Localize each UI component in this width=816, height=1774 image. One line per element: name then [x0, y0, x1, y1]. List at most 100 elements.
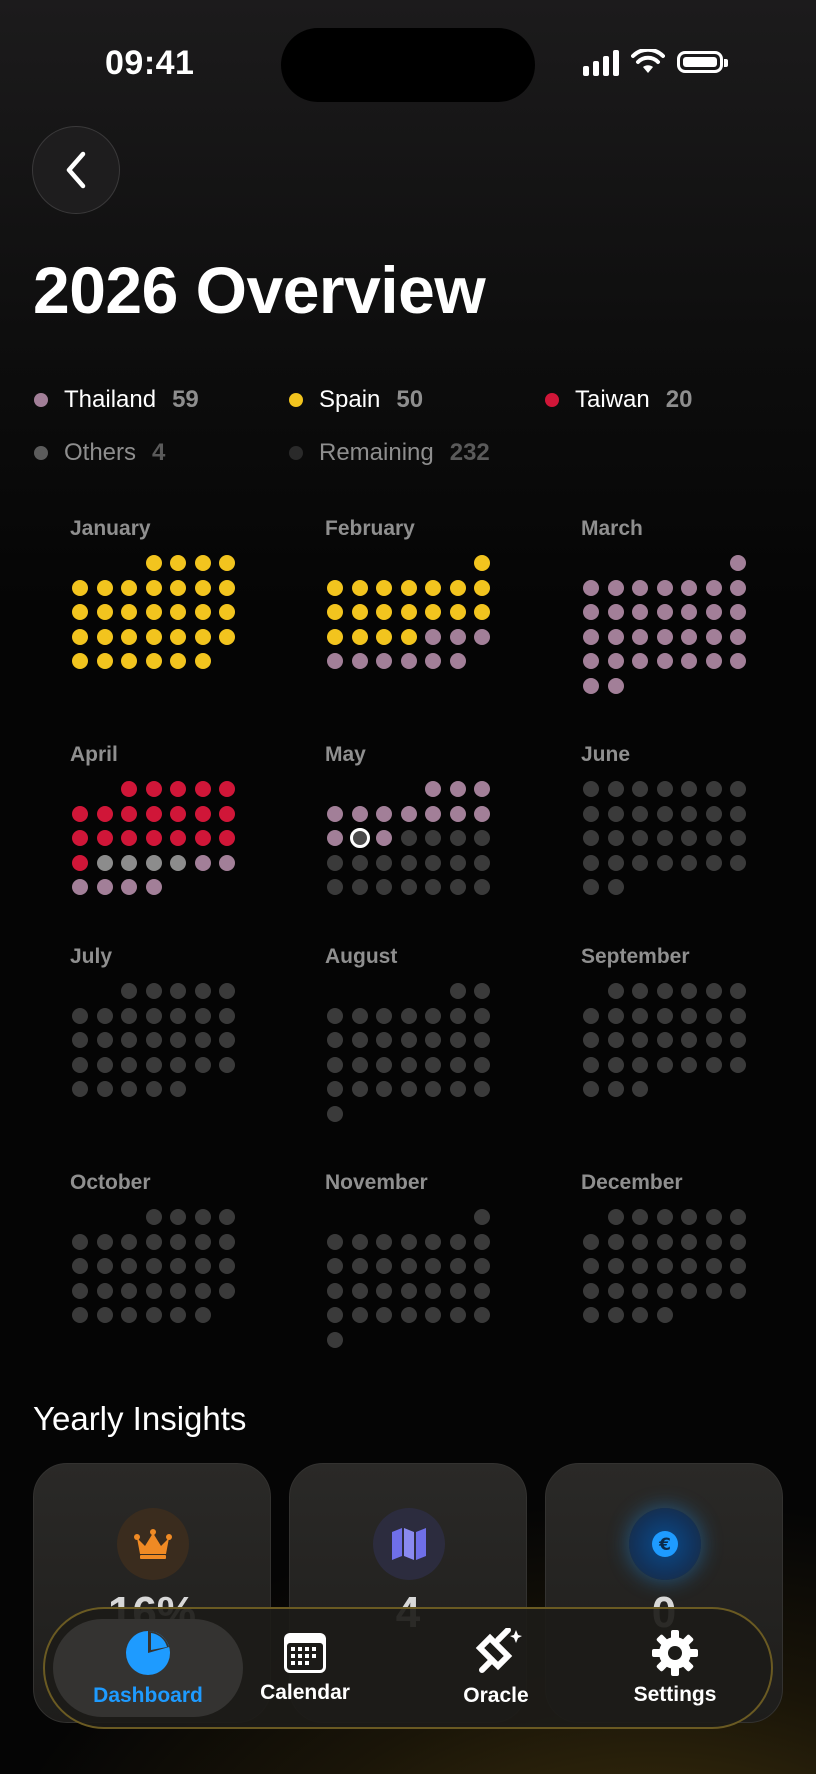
day-dot: [656, 983, 673, 999]
day-dot: [583, 1307, 599, 1323]
day-dot: [145, 653, 162, 669]
day-dot: [681, 1032, 697, 1048]
month-name: September: [581, 945, 690, 968]
tab-dashboard[interactable]: Dashboard: [53, 1619, 243, 1717]
day-dot: [632, 854, 648, 871]
day-dot: [96, 579, 113, 596]
day-dot: [219, 1007, 235, 1024]
day-dot: [632, 653, 648, 669]
month-name: November: [325, 1171, 428, 1194]
day-dot: [730, 579, 746, 596]
day-dot: [730, 628, 746, 645]
day-dot: [730, 983, 746, 999]
month-name: June: [581, 743, 631, 766]
day-dot: [425, 1081, 441, 1097]
day-dot: [121, 604, 137, 620]
month-august: August: [325, 945, 517, 1123]
day-dot: [632, 628, 648, 645]
day-dot: [705, 1056, 722, 1073]
day-dot: [425, 628, 441, 645]
day-dot: [72, 1081, 88, 1097]
day-dot: [632, 1056, 648, 1073]
month-january: January: [70, 517, 262, 695]
day-dot: [351, 1032, 368, 1048]
day-dot: [656, 1233, 673, 1250]
day-dot: [705, 830, 722, 846]
day-dot: [219, 1056, 235, 1073]
cellular-signal-icon: [583, 48, 619, 76]
day-dot: [170, 1032, 186, 1048]
day-dot: [607, 1081, 624, 1097]
day-dot: [583, 781, 599, 797]
day-dot: [170, 628, 186, 645]
tab-label: Oracle: [463, 1684, 529, 1707]
day-dot: [219, 628, 235, 645]
month-march: March: [581, 517, 773, 695]
day-dot: [656, 579, 673, 596]
day-dot: [607, 1007, 624, 1024]
day-dot: [656, 1282, 673, 1299]
day-dot: [730, 1209, 746, 1225]
day-dot: [327, 1056, 343, 1073]
day-dot: [327, 1258, 343, 1274]
day-dot: [194, 854, 211, 871]
month-july: July: [70, 945, 262, 1123]
day-dot: [730, 830, 746, 846]
day-dot: [656, 1007, 673, 1024]
day-dot: [121, 1032, 137, 1048]
day-dot: [425, 854, 441, 871]
map-icon: [373, 1508, 445, 1580]
day-dot: [170, 555, 186, 571]
day-dot: [681, 1258, 697, 1274]
day-dot: [705, 628, 722, 645]
day-dot: [72, 830, 88, 846]
month-name: May: [325, 743, 366, 766]
day-dot: [705, 1233, 722, 1250]
month-name: July: [70, 945, 113, 968]
day-dot: [96, 604, 113, 620]
back-button[interactable]: [32, 126, 120, 214]
day-dot: [400, 604, 417, 620]
day-dot: [656, 781, 673, 797]
day-dot: [72, 628, 88, 645]
tab-settings[interactable]: Settings: [615, 1619, 735, 1717]
day-dot: [607, 1032, 624, 1048]
day-dot: [607, 879, 624, 895]
day-dot: [145, 983, 162, 999]
euro-icon: €: [629, 1508, 701, 1580]
day-dot: [583, 677, 599, 694]
day-dot: [145, 1209, 162, 1225]
day-dot: [730, 854, 746, 871]
day-dot: [219, 555, 235, 571]
day-dot: [474, 830, 490, 846]
day-dot: [632, 1258, 648, 1274]
day-dot: [656, 1258, 673, 1274]
tab-oracle[interactable]: Oracle: [441, 1619, 551, 1717]
day-dot: [681, 579, 697, 596]
tab-calendar[interactable]: Calendar: [245, 1619, 365, 1717]
day-dot: [194, 1209, 211, 1225]
day-dot: [400, 1081, 417, 1097]
day-dot: [705, 1209, 722, 1225]
day-dot: [145, 805, 162, 822]
legend-label: Remaining: [319, 439, 434, 466]
day-dot: [449, 781, 466, 797]
day-dot: [681, 983, 697, 999]
month-day-grid: [583, 983, 753, 1123]
day-dot: [194, 1007, 211, 1024]
day-dot: [219, 983, 235, 999]
month-name: October: [70, 1171, 151, 1194]
day-dot: [730, 1258, 746, 1274]
day-dot: [170, 1209, 186, 1225]
month-may: May: [325, 743, 517, 921]
day-dot: [376, 1007, 392, 1024]
tab-label: Settings: [633, 1683, 717, 1706]
month-day-grid: [327, 781, 497, 921]
day-dot: [145, 628, 162, 645]
day-dot: [705, 854, 722, 871]
day-dot: [170, 653, 186, 669]
day-dot: [376, 579, 392, 596]
day-dot: [376, 879, 392, 895]
day-dot: [96, 1233, 113, 1250]
legend-item-others: Others 4: [34, 439, 165, 467]
